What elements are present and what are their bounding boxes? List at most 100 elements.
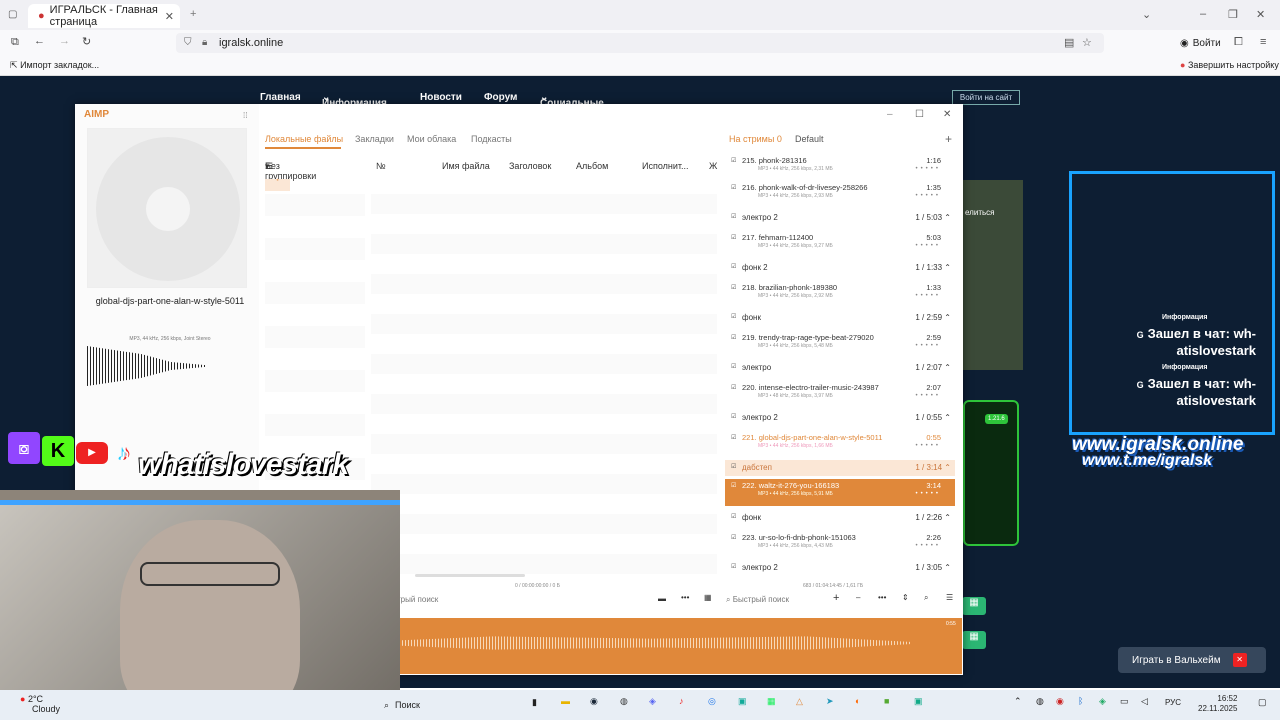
add-icon[interactable]: +	[833, 592, 839, 604]
notifications-icon[interactable]: ▢	[1258, 697, 1267, 708]
list-item-playing[interactable]: ☑ 221. global-djs-part-one-alan-w-style-…	[725, 431, 955, 457]
col-filename[interactable]: Имя файла	[442, 161, 490, 171]
playlist-group[interactable]: ☑ электро 2 1 / 0:55 ⌃	[725, 410, 955, 426]
lock-icon[interactable]: 🔒︎	[202, 37, 207, 48]
playlist-tab-streams[interactable]: На стримы 0	[729, 134, 782, 144]
close-icon[interactable]: ✕	[943, 109, 951, 120]
tab-clouds[interactable]: Мои облака	[407, 134, 456, 144]
rating-dots[interactable]: •••••	[915, 343, 941, 349]
grouping-select[interactable]: ☰ Без группировки ▾	[265, 161, 316, 181]
rating-dots[interactable]: •••••	[915, 243, 941, 249]
rating-dots[interactable]: •••••	[915, 166, 941, 172]
playlist-group[interactable]: ☑ фонк 1 / 2:59 ⌃	[725, 310, 955, 326]
weather-widget[interactable]: ● 2°C Cloudy	[20, 694, 60, 714]
playlist-group[interactable]: ☑ электро 2 1 / 3:05 ⌃	[725, 560, 955, 576]
aimp-icon[interactable]: △	[796, 696, 803, 707]
network-icon[interactable]: ▭	[1120, 696, 1129, 707]
col-title[interactable]: Заголовок	[509, 161, 551, 171]
more-icon[interactable]: •••	[878, 593, 886, 602]
nav-home[interactable]: Главная	[260, 92, 301, 103]
nav-news[interactable]: Новости	[420, 92, 462, 103]
quick-search-right[interactable]: ⌕ Быстрый поиск	[726, 595, 789, 605]
list-item[interactable]: ☑ 223. ur-so-lo-fi-dnb-phonk-151063 2:26…	[725, 531, 955, 557]
playlist-group[interactable]: ☑ электро 1 / 2:07 ⌃	[725, 360, 955, 376]
back-icon[interactable]: ←	[34, 35, 45, 47]
tab-overview-icon[interactable]: ▢	[8, 9, 17, 20]
finish-setup-link[interactable]: ● Завершить настройку	[1180, 60, 1279, 70]
task-view-icon[interactable]: ▮	[532, 697, 537, 708]
list-item[interactable]: ☑ 220. intense-electro-trailer-music-243…	[725, 381, 955, 407]
app-icon[interactable]: ◍	[620, 696, 628, 707]
minecraft-icon[interactable]: ■	[884, 696, 889, 706]
telegram-icon[interactable]: ➤	[826, 696, 834, 707]
pin-icon[interactable]: ⁞⁞	[243, 111, 247, 120]
horizontal-scrollbar[interactable]	[415, 574, 525, 577]
col-artist[interactable]: Исполнит...	[642, 161, 689, 171]
address-bar[interactable]: ⛉ 🔒︎ igralsk.online ▤ ☆	[176, 33, 1104, 53]
minimize-icon[interactable]: –	[1200, 8, 1206, 20]
minimize-icon[interactable]: –	[887, 109, 893, 120]
reader-view-icon[interactable]: ▤	[1064, 36, 1074, 49]
app-icon[interactable]: ▣	[738, 696, 747, 707]
waveform-seekbar[interactable]: 0:55 ◷	[380, 618, 962, 674]
taskbar-search[interactable]: ⌕ Поиск	[380, 695, 520, 715]
sidebar-icon[interactable]: ⧉	[11, 36, 19, 49]
tray-icon[interactable]: ◍	[1036, 696, 1044, 707]
extensions-icon[interactable]: ⧠	[1234, 36, 1243, 49]
import-bookmarks-link[interactable]: ⇱ Импорт закладок...	[10, 60, 99, 71]
col-genre[interactable]: Ж	[709, 161, 717, 171]
rating-dots[interactable]: •••••	[915, 443, 941, 449]
rating-dots[interactable]: •••••	[915, 543, 941, 549]
chevron-up-icon[interactable]: ⌃	[1014, 696, 1022, 707]
nav-social[interactable]: Социальные сети ⌄	[540, 92, 604, 120]
chevron-down-icon[interactable]: ⌄	[1142, 8, 1151, 21]
volume-icon[interactable]: ◁	[1141, 696, 1148, 707]
close-window-icon[interactable]: ✕	[1256, 8, 1265, 21]
playlist-group[interactable]: ☑ дабстеп 1 / 3:14 ⌃	[725, 460, 955, 476]
bluetooth-icon[interactable]: ᛒ	[1078, 696, 1083, 706]
steam-icon[interactable]: ◉	[590, 696, 598, 707]
firefox-icon[interactable]: ◐	[855, 696, 860, 706]
list-item[interactable]: ☑ 219. trendy-trap-rage-type-beat-279020…	[725, 331, 955, 357]
site-login-button[interactable]: Войти на сайт	[952, 90, 1020, 105]
more-icon[interactable]: •••	[681, 593, 689, 602]
search-icon[interactable]: ⌕	[924, 593, 928, 603]
playlist-tab-default[interactable]: Default	[795, 134, 824, 144]
bookmark-star-icon[interactable]: ☆	[1082, 36, 1092, 49]
rating-dots[interactable]: •••••	[915, 491, 941, 497]
discord-icon[interactable]: ◈	[649, 696, 656, 707]
library-node[interactable]: *	[265, 179, 290, 191]
new-tab-icon[interactable]: +	[190, 8, 196, 20]
menu-icon[interactable]: ☰	[946, 593, 953, 602]
rating-dots[interactable]: •••••	[915, 293, 941, 299]
tab-podcasts[interactable]: Подкасты	[471, 134, 512, 144]
list-item[interactable]: ☑ 217. fehmarn-112400 5:03 MP3 • 44 kHz,…	[725, 231, 955, 257]
forward-icon[interactable]: →	[59, 35, 70, 47]
list-item[interactable]: ☑ 218. brazilian-phonk-189380 1:33 MP3 •…	[725, 281, 955, 307]
app-icon[interactable]: ▣	[914, 696, 923, 707]
shield-icon[interactable]: ⛉	[184, 37, 192, 48]
tab-bookmarks[interactable]: Закладки	[355, 134, 394, 144]
menu-icon[interactable]: ≡	[1260, 36, 1266, 48]
playlist-group[interactable]: ☑ фонк 1 / 2:26 ⌃	[725, 510, 955, 526]
grid-icon[interactable]: ▦	[704, 593, 712, 602]
col-album[interactable]: Альбом	[576, 161, 608, 171]
tray-icon[interactable]: ◉	[1056, 696, 1064, 707]
tray-icon[interactable]: ◈	[1099, 696, 1106, 707]
playlist-group[interactable]: ☑ электро 2 1 / 5:03 ⌃	[725, 210, 955, 226]
add-playlist-icon[interactable]: +	[945, 132, 952, 146]
play-valheim-button[interactable]: Играть в Вальхейм ✕	[1118, 647, 1266, 673]
language-indicator[interactable]: РУС	[1165, 698, 1181, 707]
nav-info[interactable]: Информация ⌄	[322, 92, 387, 109]
close-icon[interactable]: ✕	[1232, 653, 1247, 667]
col-number[interactable]: №	[376, 161, 386, 171]
remove-icon[interactable]: –	[856, 593, 860, 602]
calendar-icon[interactable]: ▦	[962, 597, 986, 615]
rating-dots[interactable]: •••••	[915, 393, 941, 399]
reload-icon[interactable]: ↻	[82, 35, 91, 48]
restore-icon[interactable]: ❐	[1228, 8, 1238, 21]
tab-local-files[interactable]: Локальные файлы	[265, 134, 343, 144]
rating-dots[interactable]: •••••	[915, 193, 941, 199]
maximize-icon[interactable]: ☐	[915, 109, 924, 120]
clock[interactable]: 16:52 22.11.2025	[1198, 694, 1237, 714]
